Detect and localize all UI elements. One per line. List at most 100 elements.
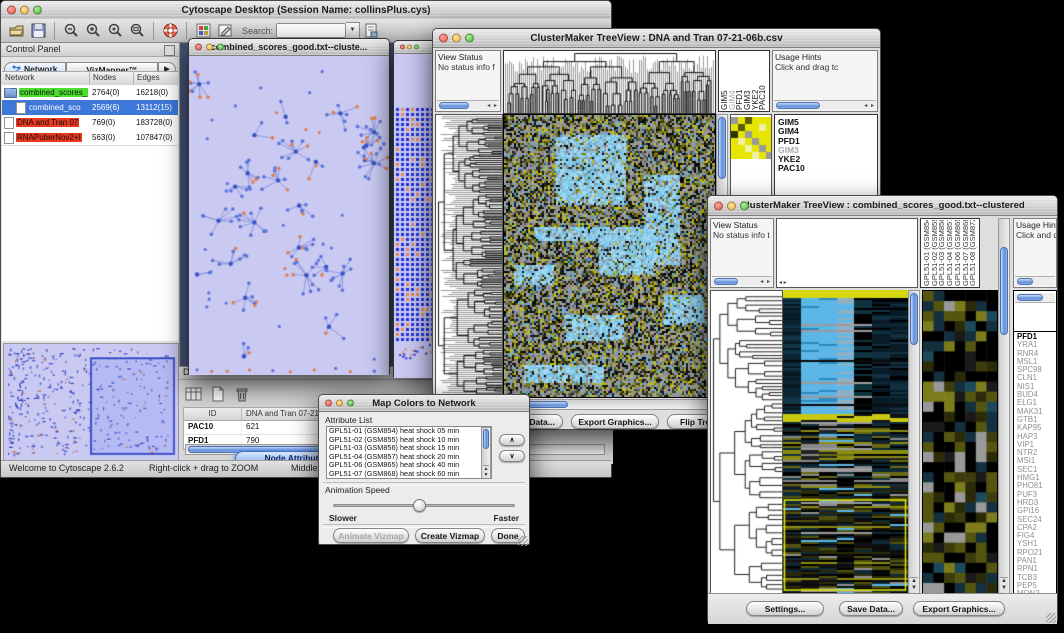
column-label[interactable]: PAC10	[759, 52, 767, 110]
network-overview-canvas[interactable]	[3, 343, 179, 461]
id-column-header[interactable]: ID	[184, 408, 242, 420]
zoom-selected-icon[interactable]	[105, 21, 125, 41]
tv2-export-graphics-button[interactable]: Export Graphics...	[913, 601, 1005, 616]
col-network[interactable]: Network	[2, 72, 90, 85]
minimize-icon[interactable]	[336, 400, 343, 407]
tv2-save-data-button[interactable]: Save Data...	[839, 601, 903, 616]
tv1-vscroll-thumb[interactable]	[718, 117, 726, 179]
column-label[interactable]: GPL51-08 (GSM872)	[969, 220, 977, 286]
zoom-window-icon[interactable]	[740, 201, 749, 210]
network-nodes: 2569(6)	[90, 103, 134, 112]
tv2-zoom-scroll-thumb[interactable]	[1000, 247, 1008, 335]
zoom-in-icon[interactable]	[83, 21, 103, 41]
column-label[interactable]: GPL51-03 (GSM856)	[938, 220, 946, 286]
zoom-window-icon[interactable]	[465, 34, 474, 43]
slider-thumb[interactable]	[413, 499, 426, 512]
minimize-icon[interactable]	[407, 45, 412, 50]
column-label[interactable]: GIM3	[744, 52, 752, 110]
tv1-row-dendrogram-canvas[interactable]	[435, 114, 503, 398]
zoom-out-icon[interactable]	[61, 21, 81, 41]
network-table-body: combined_scores_2764(0)16218(0) combined_…	[2, 85, 178, 145]
tv2-row-dendrogram-canvas[interactable]	[710, 290, 783, 596]
table-row[interactable]: combined_scores_2764(0)16218(0)	[2, 85, 178, 100]
view-status-scrollbar[interactable]: ◂ ▸	[712, 276, 772, 286]
network-name: combined_sco	[28, 103, 82, 112]
tv1-horizontal-scrollbar[interactable]	[503, 399, 728, 410]
column-label[interactable]: PFD1	[736, 52, 744, 110]
minimize-icon[interactable]	[452, 34, 461, 43]
zoom-window-icon[interactable]	[217, 44, 224, 51]
minimize-icon[interactable]	[727, 201, 736, 210]
resize-grip[interactable]	[518, 536, 528, 546]
attribute-select-icon[interactable]	[184, 384, 203, 403]
column-label[interactable]: GPL51-04 (GSM857)	[946, 220, 954, 286]
delete-attribute-icon[interactable]	[232, 384, 251, 403]
tv2-heatmap-canvas[interactable]	[783, 290, 908, 594]
table-row[interactable]: combined_sco2569(6)13112(15)	[2, 100, 178, 115]
view-status-scrollbar[interactable]: ◂ ▸	[437, 100, 499, 110]
tv2-main-scrollbar[interactable]: ▲▼	[908, 290, 920, 594]
window-controls	[195, 44, 224, 51]
view-status-panel: View Status No status info f ◂ ▸	[435, 50, 501, 112]
create-vizmap-button[interactable]: Create Vizmap	[415, 528, 485, 543]
tv2-main-scroll-thumb[interactable]	[910, 293, 918, 345]
close-icon[interactable]	[714, 201, 723, 210]
attribute-list-scrollbar[interactable]: ▲▼	[481, 427, 491, 479]
tv2-zoom-heatmap-canvas[interactable]	[922, 290, 998, 594]
treeview2-titlebar[interactable]: ClusterMaker TreeView : combined_scores_…	[708, 196, 1057, 216]
new-attribute-icon[interactable]	[208, 384, 227, 403]
column-label[interactable]: GPL51-06 (GSM865)	[954, 220, 962, 286]
resize-grip[interactable]	[1046, 613, 1056, 623]
tv1-column-dendrogram-canvas[interactable]	[503, 50, 716, 114]
close-icon[interactable]	[400, 45, 405, 50]
col-nodes[interactable]: Nodes	[90, 72, 134, 85]
window-controls	[439, 34, 474, 43]
attribute-item[interactable]: GPL51-07 (GSM868) heat shock 60 min	[327, 470, 491, 479]
animate-vizmap-button[interactable]: Animate Vizmap	[333, 528, 409, 543]
search-input[interactable]	[276, 23, 346, 38]
tv2-settings-button[interactable]: Settings...	[746, 601, 824, 616]
tv1-export-graphics-button[interactable]: Export Graphics...	[571, 414, 659, 429]
table-row[interactable]: DNA and Tran 07769(0)183728(0)	[2, 115, 178, 130]
minimize-icon[interactable]	[20, 6, 29, 15]
table-row[interactable]: RNAPuberNov2+I563(0)107847(0)	[2, 130, 178, 145]
close-icon[interactable]	[195, 44, 202, 51]
tv2-zoom-scrollbar[interactable]: ▲▼	[998, 218, 1010, 594]
usage-hints-text: Click and drag	[1014, 230, 1056, 240]
col-edges[interactable]: Edges	[134, 72, 178, 85]
move-up-button[interactable]: ∧	[499, 434, 525, 446]
gene-label[interactable]: PAC10	[778, 164, 877, 173]
float-panel-icon[interactable]	[164, 45, 175, 56]
column-label[interactable]: GPL51-01 (GSM854)	[923, 220, 931, 286]
tv1-heatmap-canvas[interactable]	[503, 114, 716, 398]
usage-hints-scrollbar[interactable]	[1015, 276, 1055, 286]
zoom-window-icon[interactable]	[347, 400, 354, 407]
treeview1-titlebar[interactable]: ClusterMaker TreeView : DNA and Tran 07-…	[433, 29, 880, 48]
move-down-button[interactable]: ∨	[499, 450, 525, 462]
main-titlebar[interactable]: Cytoscape Desktop (Session Name: collins…	[1, 1, 611, 20]
attribute-listbox[interactable]: GPL51-01 (GSM854) heat shock 05 minGPL51…	[326, 426, 492, 479]
zoom-window-icon[interactable]	[414, 45, 419, 50]
dialog-titlebar[interactable]: Map Colors to Network	[319, 395, 529, 412]
save-icon[interactable]	[28, 21, 48, 41]
minimize-icon[interactable]	[206, 44, 213, 51]
network-edges: 16218(0)	[134, 88, 178, 97]
open-icon[interactable]	[6, 21, 26, 41]
zoom-fit-icon[interactable]	[127, 21, 147, 41]
close-icon[interactable]	[325, 400, 332, 407]
treeview2-title: ClusterMaker TreeView : combined_scores_…	[740, 200, 1024, 211]
network-view-titlebar[interactable]: combined_scores_good.txt--cluste...	[189, 39, 389, 56]
search-dropdown-icon[interactable]: ▼	[346, 22, 360, 39]
network-name: DNA and Tran 07	[16, 118, 79, 127]
network-canvas[interactable]	[189, 56, 389, 375]
network-tree-whitespace	[2, 145, 178, 341]
tv1-matrix-canvas[interactable]	[731, 117, 772, 159]
close-icon[interactable]	[439, 34, 448, 43]
column-label[interactable]: GIM5	[721, 52, 729, 110]
zoom-window-icon[interactable]	[33, 6, 42, 15]
usage-hints-scrollbar[interactable]: ◂ ▸	[774, 100, 876, 110]
tv2-gene-scrollbar[interactable]	[1015, 293, 1055, 303]
close-icon[interactable]	[7, 6, 16, 15]
help-icon[interactable]	[160, 21, 180, 41]
tv2-column-dendrogram-area[interactable]: ◂ ▸	[776, 218, 918, 288]
